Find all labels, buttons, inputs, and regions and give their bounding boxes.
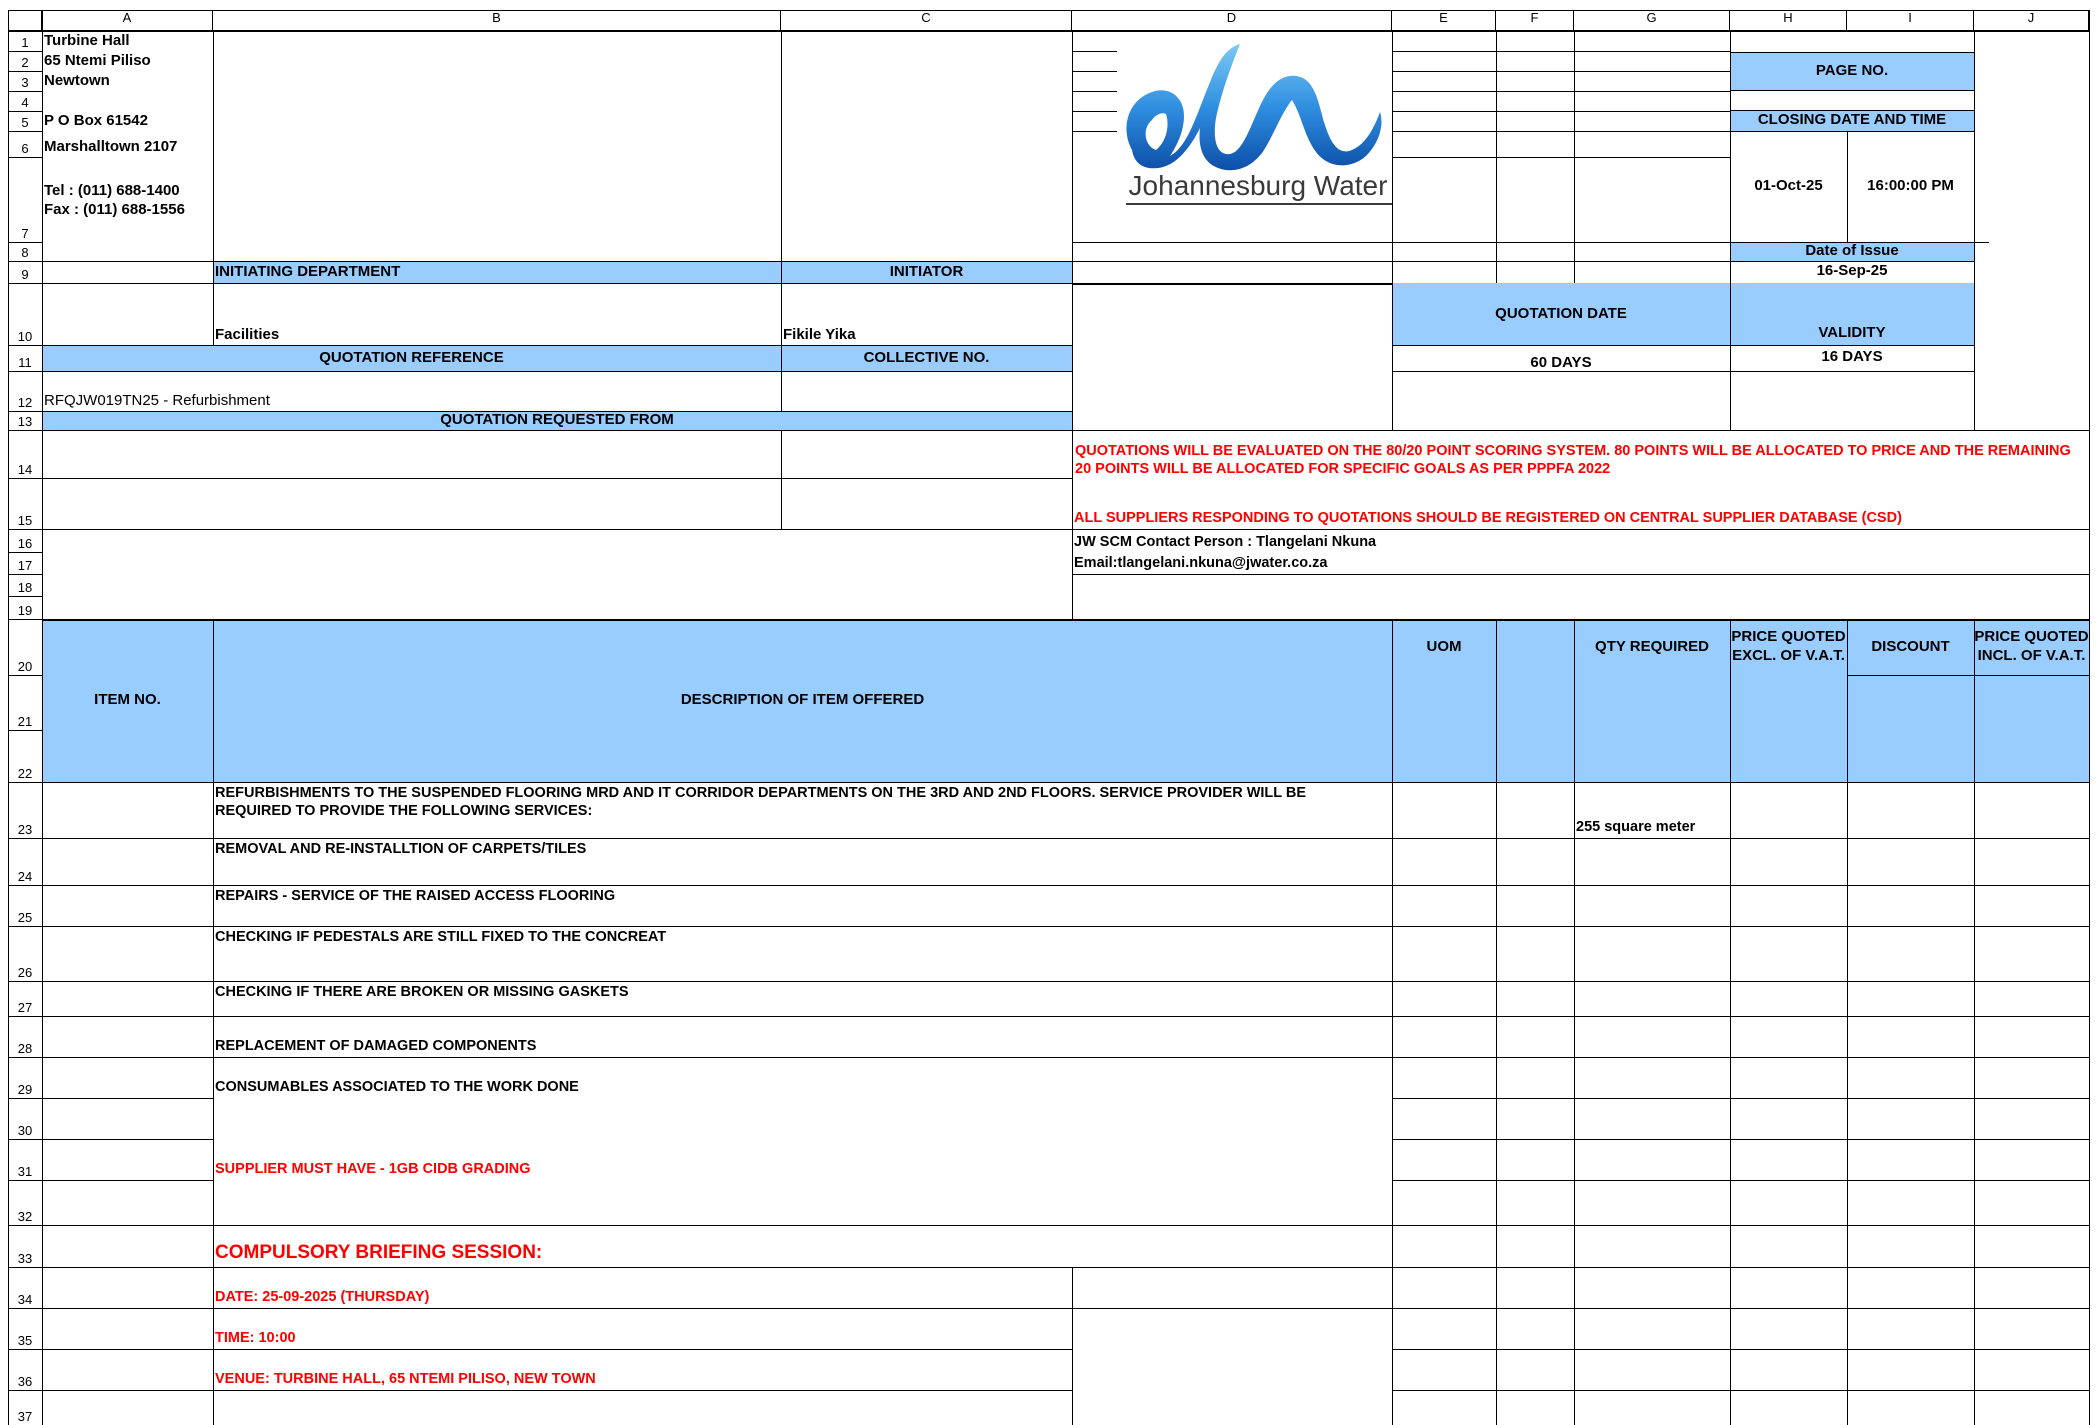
price-incl-header: PRICE QUOTED INCL. OF V.A.T. xyxy=(1974,628,2089,664)
address-line-6: Marshalltown 2107 xyxy=(44,138,178,156)
row-header-37[interactable]: 37 xyxy=(8,1390,42,1425)
row-header-3[interactable]: 3 xyxy=(8,71,42,91)
column-header-c[interactable]: C xyxy=(781,10,1072,31)
briefing-time[interactable]: TIME: 10:00 xyxy=(213,1308,1072,1347)
initiator-value[interactable]: Fikile Yika xyxy=(781,283,1072,345)
row-header-26[interactable]: 26 xyxy=(8,926,42,981)
scm-contact-person: JW SCM Contact Person : Tlangelani Nkuna xyxy=(1074,533,1377,550)
address-line-3: Newtown xyxy=(44,72,110,90)
item-qty-r23[interactable]: 255 square meter xyxy=(1574,782,1730,836)
row-header-32[interactable]: 32 xyxy=(8,1180,42,1225)
scm-contact-email: Email:tlangelani.nkuna@jwater.co.za xyxy=(1074,554,1328,571)
item-description-r25[interactable]: REPAIRS - SERVICE OF THE RAISED ACCESS F… xyxy=(213,885,1392,926)
column-header-g[interactable]: G xyxy=(1574,10,1730,31)
address-line-5: P O Box 61542 xyxy=(44,112,148,130)
row-header-5[interactable]: 5 xyxy=(8,111,42,131)
row-header-31[interactable]: 31 xyxy=(8,1139,42,1180)
column-header-e[interactable]: E xyxy=(1392,10,1496,31)
quotation-date-value[interactable]: 60 DAYS xyxy=(1392,352,1730,374)
issue-date[interactable]: 16-Sep-25 xyxy=(1730,261,1974,281)
row-header-35[interactable]: 35 xyxy=(8,1308,42,1349)
row-header-29[interactable]: 29 xyxy=(8,1057,42,1098)
address-fax: Fax : (011) 688-1556 xyxy=(44,201,185,218)
column-header-i[interactable]: I xyxy=(1847,10,1974,31)
item-description-r28[interactable]: REPLACEMENT OF DAMAGED COMPONENTS xyxy=(213,1016,1392,1055)
briefing-date[interactable]: DATE: 25-09-2025 (THURSDAY) xyxy=(213,1267,1072,1306)
validity-value[interactable]: 16 DAYS xyxy=(1730,345,1974,369)
validity-label: VALIDITY xyxy=(1818,324,1886,342)
scoring-notice: QUOTATIONS WILL BE EVALUATED ON THE 80/2… xyxy=(1075,443,2071,478)
column-header-f[interactable]: F xyxy=(1496,10,1574,31)
row-header-28[interactable]: 28 xyxy=(8,1016,42,1057)
row-header-15[interactable]: 15 xyxy=(8,478,42,529)
closing-date[interactable]: 01-Oct-25 xyxy=(1730,131,1847,242)
description-header: DESCRIPTION OF ITEM OFFERED xyxy=(680,691,925,709)
row-header-16[interactable]: 16 xyxy=(8,529,42,552)
discount-header: DISCOUNT xyxy=(1871,637,1950,655)
briefing-session-title[interactable]: COMPULSORY BRIEFING SESSION: xyxy=(213,1225,1392,1265)
quotation-date-label: QUOTATION DATE xyxy=(1495,304,1627,322)
row-header-19[interactable]: 19 xyxy=(8,596,42,619)
row-header-4[interactable]: 4 xyxy=(8,91,42,111)
row-header-2[interactable]: 2 xyxy=(8,51,42,71)
closing-time[interactable]: 16:00:00 PM xyxy=(1847,131,1974,242)
address-tel: Tel : (011) 688-1400 xyxy=(44,182,180,199)
briefing-venue[interactable]: VENUE: TURBINE HALL, 65 NTEMI PILISO, NE… xyxy=(213,1349,1072,1388)
row-header-1[interactable]: 1 xyxy=(8,31,42,51)
collective-no-label: COLLECTIVE NO. xyxy=(863,348,990,366)
requested-from-label: QUOTATION REQUESTED FROM xyxy=(440,411,674,429)
row-header-21[interactable]: 21 xyxy=(8,675,42,730)
row-header-8[interactable]: 8 xyxy=(8,242,42,261)
initiator-label: INITIATOR xyxy=(889,262,964,280)
address-line-1: Turbine Hall xyxy=(44,32,130,50)
uom-header: UOM xyxy=(1426,637,1462,655)
item-description-r26[interactable]: CHECKING IF PEDESTALS ARE STILL FIXED TO… xyxy=(213,926,1392,981)
closing-label: CLOSING DATE AND TIME xyxy=(1757,111,1947,129)
row-header-27[interactable]: 27 xyxy=(8,981,42,1016)
item-description-r29[interactable]: CONSUMABLES ASSOCIATED TO THE WORK DONE xyxy=(213,1076,1392,1098)
row-header-7[interactable]: 7 xyxy=(8,157,42,242)
column-header-a[interactable]: A xyxy=(42,10,213,31)
item-description-r27[interactable]: CHECKING IF THERE ARE BROKEN OR MISSING … xyxy=(213,981,1392,1016)
row-header-12[interactable]: 12 xyxy=(8,371,42,411)
row-header-17[interactable]: 17 xyxy=(8,552,42,574)
item-description-r24[interactable]: REMOVAL AND RE-INSTALLTION OF CARPETS/TI… xyxy=(213,838,1392,885)
logo-text: Johannesburg Water xyxy=(1128,170,1388,201)
row-header-34[interactable]: 34 xyxy=(8,1267,42,1308)
initiating-dept-value[interactable]: Facilities xyxy=(213,283,781,345)
column-header-b[interactable]: B xyxy=(213,10,781,31)
row-header-13[interactable]: 13 xyxy=(8,411,42,430)
item-description-r31[interactable]: SUPPLIER MUST HAVE - 1GB CIDB GRADING xyxy=(213,1158,1392,1180)
price-excl-header: PRICE QUOTED EXCL. OF V.A.T. xyxy=(1731,628,1846,664)
row-header-36[interactable]: 36 xyxy=(8,1349,42,1390)
row-header-14[interactable]: 14 xyxy=(8,430,42,478)
address-line-2: 65 Ntemi Piliso xyxy=(44,52,151,70)
row-header-10[interactable]: 10 xyxy=(8,283,42,345)
row-header-22[interactable]: 22 xyxy=(8,730,42,782)
row-header-9[interactable]: 9 xyxy=(8,261,42,283)
column-header-d[interactable]: D xyxy=(1072,10,1392,31)
row-header-33[interactable]: 33 xyxy=(8,1225,42,1267)
column-header-h[interactable]: H xyxy=(1730,10,1847,31)
page-no-label: PAGE NO. xyxy=(1815,61,1889,79)
row-header-23[interactable]: 23 xyxy=(8,782,42,838)
initiating-dept-label: INITIATING DEPARTMENT xyxy=(215,262,401,280)
column-header-j[interactable]: J xyxy=(1974,10,2089,31)
row-header-6[interactable]: 6 xyxy=(8,131,42,157)
row-header-11[interactable]: 11 xyxy=(8,345,42,371)
issue-label: Date of Issue xyxy=(1805,242,1899,260)
item-no-header: ITEM NO. xyxy=(94,691,161,709)
row-header-20[interactable]: 20 xyxy=(8,619,42,675)
qty-header: QTY REQUIRED xyxy=(1595,637,1709,655)
row-header-24[interactable]: 24 xyxy=(8,838,42,885)
quotation-reference-value[interactable]: RFQJW019TN25 - Refurbishment xyxy=(42,371,781,411)
spreadsheet: A B C D E F G H I J 1 2 3 4 5 6 7 8 9 10… xyxy=(0,0,2097,1425)
quotation-reference-label: QUOTATION REFERENCE xyxy=(319,348,504,366)
row-header-30[interactable]: 30 xyxy=(8,1098,42,1139)
row-header-25[interactable]: 25 xyxy=(8,885,42,926)
csd-notice: ALL SUPPLIERS RESPONDING TO QUOTATIONS S… xyxy=(1074,509,1902,526)
item-description-r23[interactable]: REFURBISHMENTS TO THE SUSPENDED FLOORING… xyxy=(213,782,1392,838)
row-header-18[interactable]: 18 xyxy=(8,574,42,596)
corner-cell[interactable] xyxy=(8,10,42,31)
